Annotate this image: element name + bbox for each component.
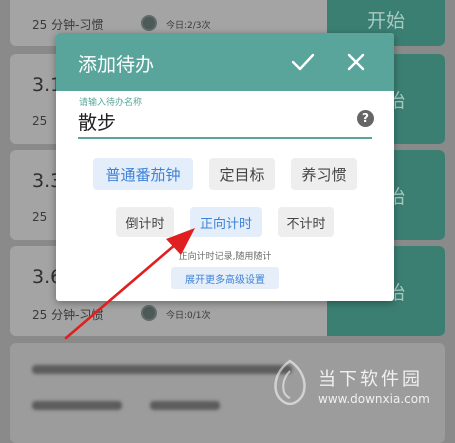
type-option-pomodoro[interactable]: 普通番茄钟 <box>93 158 193 190</box>
type-option-habit[interactable]: 养习惯 <box>291 158 357 190</box>
watermark-url: www.downxia.com <box>318 392 430 406</box>
timer-option-countup[interactable]: 正向计时 <box>190 207 262 237</box>
input-underline <box>78 137 372 139</box>
blurred-text <box>32 401 122 410</box>
todo-name-input[interactable] <box>78 107 348 135</box>
blurred-text <box>32 365 292 374</box>
clock-icon <box>141 15 157 31</box>
todo-meta: 25 <box>32 210 48 224</box>
todo-meta: 25 分钟-习惯 <box>32 308 104 322</box>
close-icon[interactable] <box>341 47 371 77</box>
timer-option-none[interactable]: 不计时 <box>278 207 334 237</box>
blurred-text <box>150 401 220 410</box>
todo-meta: 25 分钟-习惯 <box>32 18 104 32</box>
add-todo-dialog: 添加待办 请输入待办名称 ? 普通番茄钟 定目标 养习惯 倒计时 正向计时 不计… <box>56 33 394 301</box>
help-icon[interactable]: ? <box>357 110 374 127</box>
timer-hint: 正向计时记录,随用随计 <box>178 252 272 262</box>
todo-meta: 25 <box>32 114 48 128</box>
todo-today-count: 今日:0/1次 <box>166 311 211 321</box>
dialog-header: 添加待办 <box>56 33 394 91</box>
check-icon[interactable] <box>288 47 318 77</box>
watermark-title: 当下软件园 <box>318 369 423 390</box>
clock-icon <box>141 305 157 321</box>
type-option-goal[interactable]: 定目标 <box>209 158 275 190</box>
dialog-title: 添加待办 <box>78 54 155 76</box>
todo-today-count: 今日:2/3次 <box>166 21 211 31</box>
downxia-logo <box>274 359 306 405</box>
timer-option-countdown[interactable]: 倒计时 <box>116 207 174 237</box>
more-settings-button[interactable]: 展开更多高级设置 <box>171 267 279 289</box>
